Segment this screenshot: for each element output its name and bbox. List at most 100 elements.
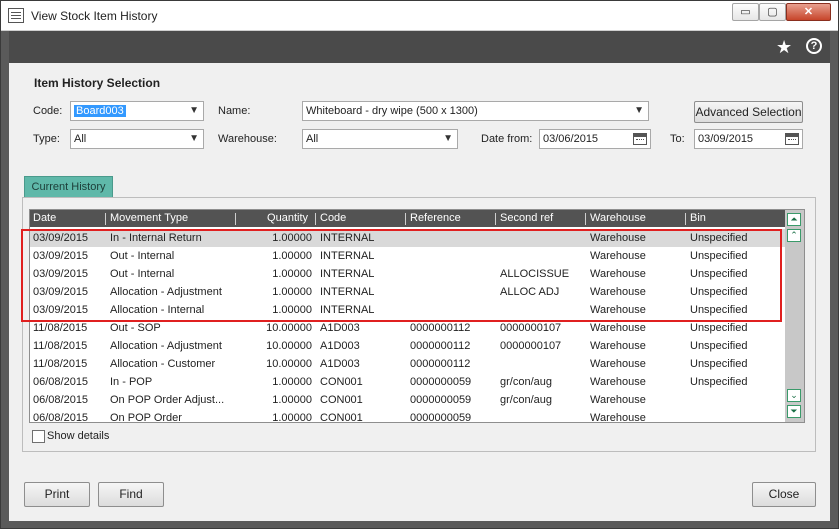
code-dropdown[interactable]: Board003 ▼ [70, 101, 204, 121]
close-window-button[interactable]: ✕ [786, 3, 831, 21]
cell-warehouse: Warehouse [590, 250, 646, 262]
chevron-down-icon: ▼ [189, 133, 199, 144]
cell-second-ref: gr/con/aug [500, 376, 552, 388]
show-details-label: Show details [47, 430, 110, 442]
date-from-value: 03/06/2015 [543, 133, 599, 145]
calendar-icon[interactable] [785, 133, 799, 145]
table-row[interactable]: 06/08/2015 In - POP 1.00000 CON001 000000005… [30, 373, 785, 391]
column-header-date[interactable]: Date [30, 210, 105, 227]
to-label: To: [670, 133, 685, 145]
cell-second-ref: ALLOCISSUE [500, 268, 570, 280]
cell-bin: Unspecified [690, 232, 748, 244]
cell-bin [690, 409, 785, 422]
column-header-second-ref[interactable]: Second ref [497, 210, 585, 227]
cell-code: INTERNAL [320, 232, 375, 244]
cell-code: INTERNAL [320, 250, 375, 262]
column-header-quantity[interactable]: Quantity [237, 210, 312, 227]
cell-reference: 0000000059 [410, 394, 472, 406]
name-dropdown[interactable]: Whiteboard - dry wipe (500 x 1300) ▼ [302, 101, 649, 121]
date-from-field[interactable]: 03/06/2015 [539, 129, 651, 149]
cell-second-ref [500, 409, 585, 422]
table-row[interactable]: 06/08/2015 On POP Order 1.00000 CON001 00000… [30, 409, 785, 423]
type-value: All [74, 133, 87, 145]
column-header-bin[interactable]: Bin [687, 210, 785, 227]
cell-movement-type: On POP Order [110, 412, 182, 423]
scroll-up-icon[interactable]: ⌃ [787, 229, 801, 242]
advanced-selection-button[interactable]: Advanced Selection [694, 101, 803, 123]
cell-reference [410, 247, 495, 265]
cell-code: INTERNAL [320, 304, 375, 316]
cell-quantity: 1.00000 [272, 232, 312, 244]
grid-scrollbar[interactable]: ⏶ ⌃ ⌄ ⏷ [785, 210, 804, 422]
minimize-button[interactable]: ▭ [732, 3, 759, 21]
type-dropdown[interactable]: All ▼ [70, 129, 204, 149]
table-row[interactable]: 03/09/2015 Out - Internal 1.00000 INTERNAL W… [30, 247, 785, 265]
scroll-to-bottom-icon[interactable]: ⏷ [787, 405, 801, 418]
date-from-label: Date from: [481, 133, 533, 145]
title-bar: View Stock Item History ▭ ▢ ✕ [1, 1, 838, 31]
cell-reference: 0000000112 [410, 340, 471, 352]
section-title: Item History Selection [34, 76, 161, 90]
header-divider [685, 213, 686, 225]
column-header-movement-type[interactable]: Movement Type [107, 210, 235, 227]
help-icon[interactable]: ? [806, 38, 822, 54]
checkbox-box[interactable] [32, 430, 45, 443]
calendar-icon[interactable] [633, 133, 647, 145]
table-row[interactable]: 11/08/2015 Out - SOP 10.00000 A1D003 0000000… [30, 319, 785, 337]
cell-warehouse: Warehouse [590, 232, 646, 244]
scroll-to-top-icon[interactable]: ⏶ [787, 213, 801, 226]
cell-second-ref: 0000000107 [500, 340, 562, 352]
cell-movement-type: Allocation - Adjustment [110, 340, 222, 352]
cell-warehouse: Warehouse [590, 322, 646, 334]
find-button[interactable]: Find [98, 482, 164, 507]
table-row[interactable]: 06/08/2015 On POP Order Adjust... 1.00000 C… [30, 391, 785, 409]
cell-warehouse: Warehouse [590, 340, 646, 352]
close-button[interactable]: Close [752, 482, 816, 507]
print-button[interactable]: Print [24, 482, 90, 507]
stock-history-window: View Stock Item History ▭ ▢ ✕ ★ ? Item H… [0, 0, 839, 529]
cell-code: CON001 [320, 394, 363, 406]
maximize-button[interactable]: ▢ [759, 3, 786, 21]
cell-date: 03/09/2015 [33, 232, 89, 244]
scroll-down-icon[interactable]: ⌄ [787, 389, 801, 402]
cell-date: 03/09/2015 [33, 286, 89, 298]
tab-current-history[interactable]: Current History [24, 176, 113, 198]
cell-bin: Unspecified [690, 376, 748, 388]
cell-warehouse: Warehouse [590, 358, 646, 370]
cell-date: 06/08/2015 [33, 394, 89, 406]
warehouse-dropdown[interactable]: All ▼ [302, 129, 458, 149]
column-header-code[interactable]: Code [317, 210, 405, 227]
cell-date: 03/09/2015 [33, 250, 89, 262]
table-row[interactable]: 03/09/2015 In - Internal Return 1.00000 INT… [30, 229, 785, 247]
table-row[interactable]: 11/08/2015 Allocation - Adjustment 10.0000… [30, 337, 785, 355]
table-row[interactable]: 03/09/2015 Allocation - Adjustment 1.00000… [30, 283, 785, 301]
star-icon[interactable]: ★ [776, 37, 792, 58]
cell-quantity: 1.00000 [272, 286, 312, 298]
cell-code: A1D003 [320, 358, 360, 370]
cell-code: INTERNAL [320, 268, 375, 280]
cell-quantity: 10.00000 [266, 358, 312, 370]
column-header-reference[interactable]: Reference [407, 210, 495, 227]
cell-reference: 0000000059 [410, 376, 472, 388]
cell-quantity: 1.00000 [272, 304, 312, 316]
cell-bin: Unspecified [690, 286, 748, 298]
column-header-warehouse[interactable]: Warehouse [587, 210, 685, 227]
cell-code: CON001 [320, 412, 363, 423]
header-divider [405, 213, 406, 225]
cell-movement-type: Out - Internal [110, 250, 175, 262]
cell-second-ref: gr/con/aug [500, 394, 552, 406]
date-to-field[interactable]: 03/09/2015 [694, 129, 803, 149]
table-row[interactable]: 11/08/2015 Allocation - Customer 10.00000 A… [30, 355, 785, 373]
cell-bin: Unspecified [690, 304, 748, 316]
cell-warehouse: Warehouse [590, 304, 646, 316]
warehouse-value: All [306, 133, 319, 145]
cell-movement-type: Allocation - Adjustment [110, 286, 222, 298]
history-grid: Date Movement Type Quantity Code Referen… [29, 209, 805, 423]
cell-code: A1D003 [320, 340, 360, 352]
cell-date: 03/09/2015 [33, 304, 89, 316]
header-divider [105, 213, 106, 225]
table-row[interactable]: 03/09/2015 Out - Internal 1.00000 INTERNAL A… [30, 265, 785, 283]
cell-quantity: 1.00000 [272, 376, 312, 388]
table-row[interactable]: 03/09/2015 Allocation - Internal 1.00000 IN… [30, 301, 785, 319]
window-icon [8, 8, 24, 23]
